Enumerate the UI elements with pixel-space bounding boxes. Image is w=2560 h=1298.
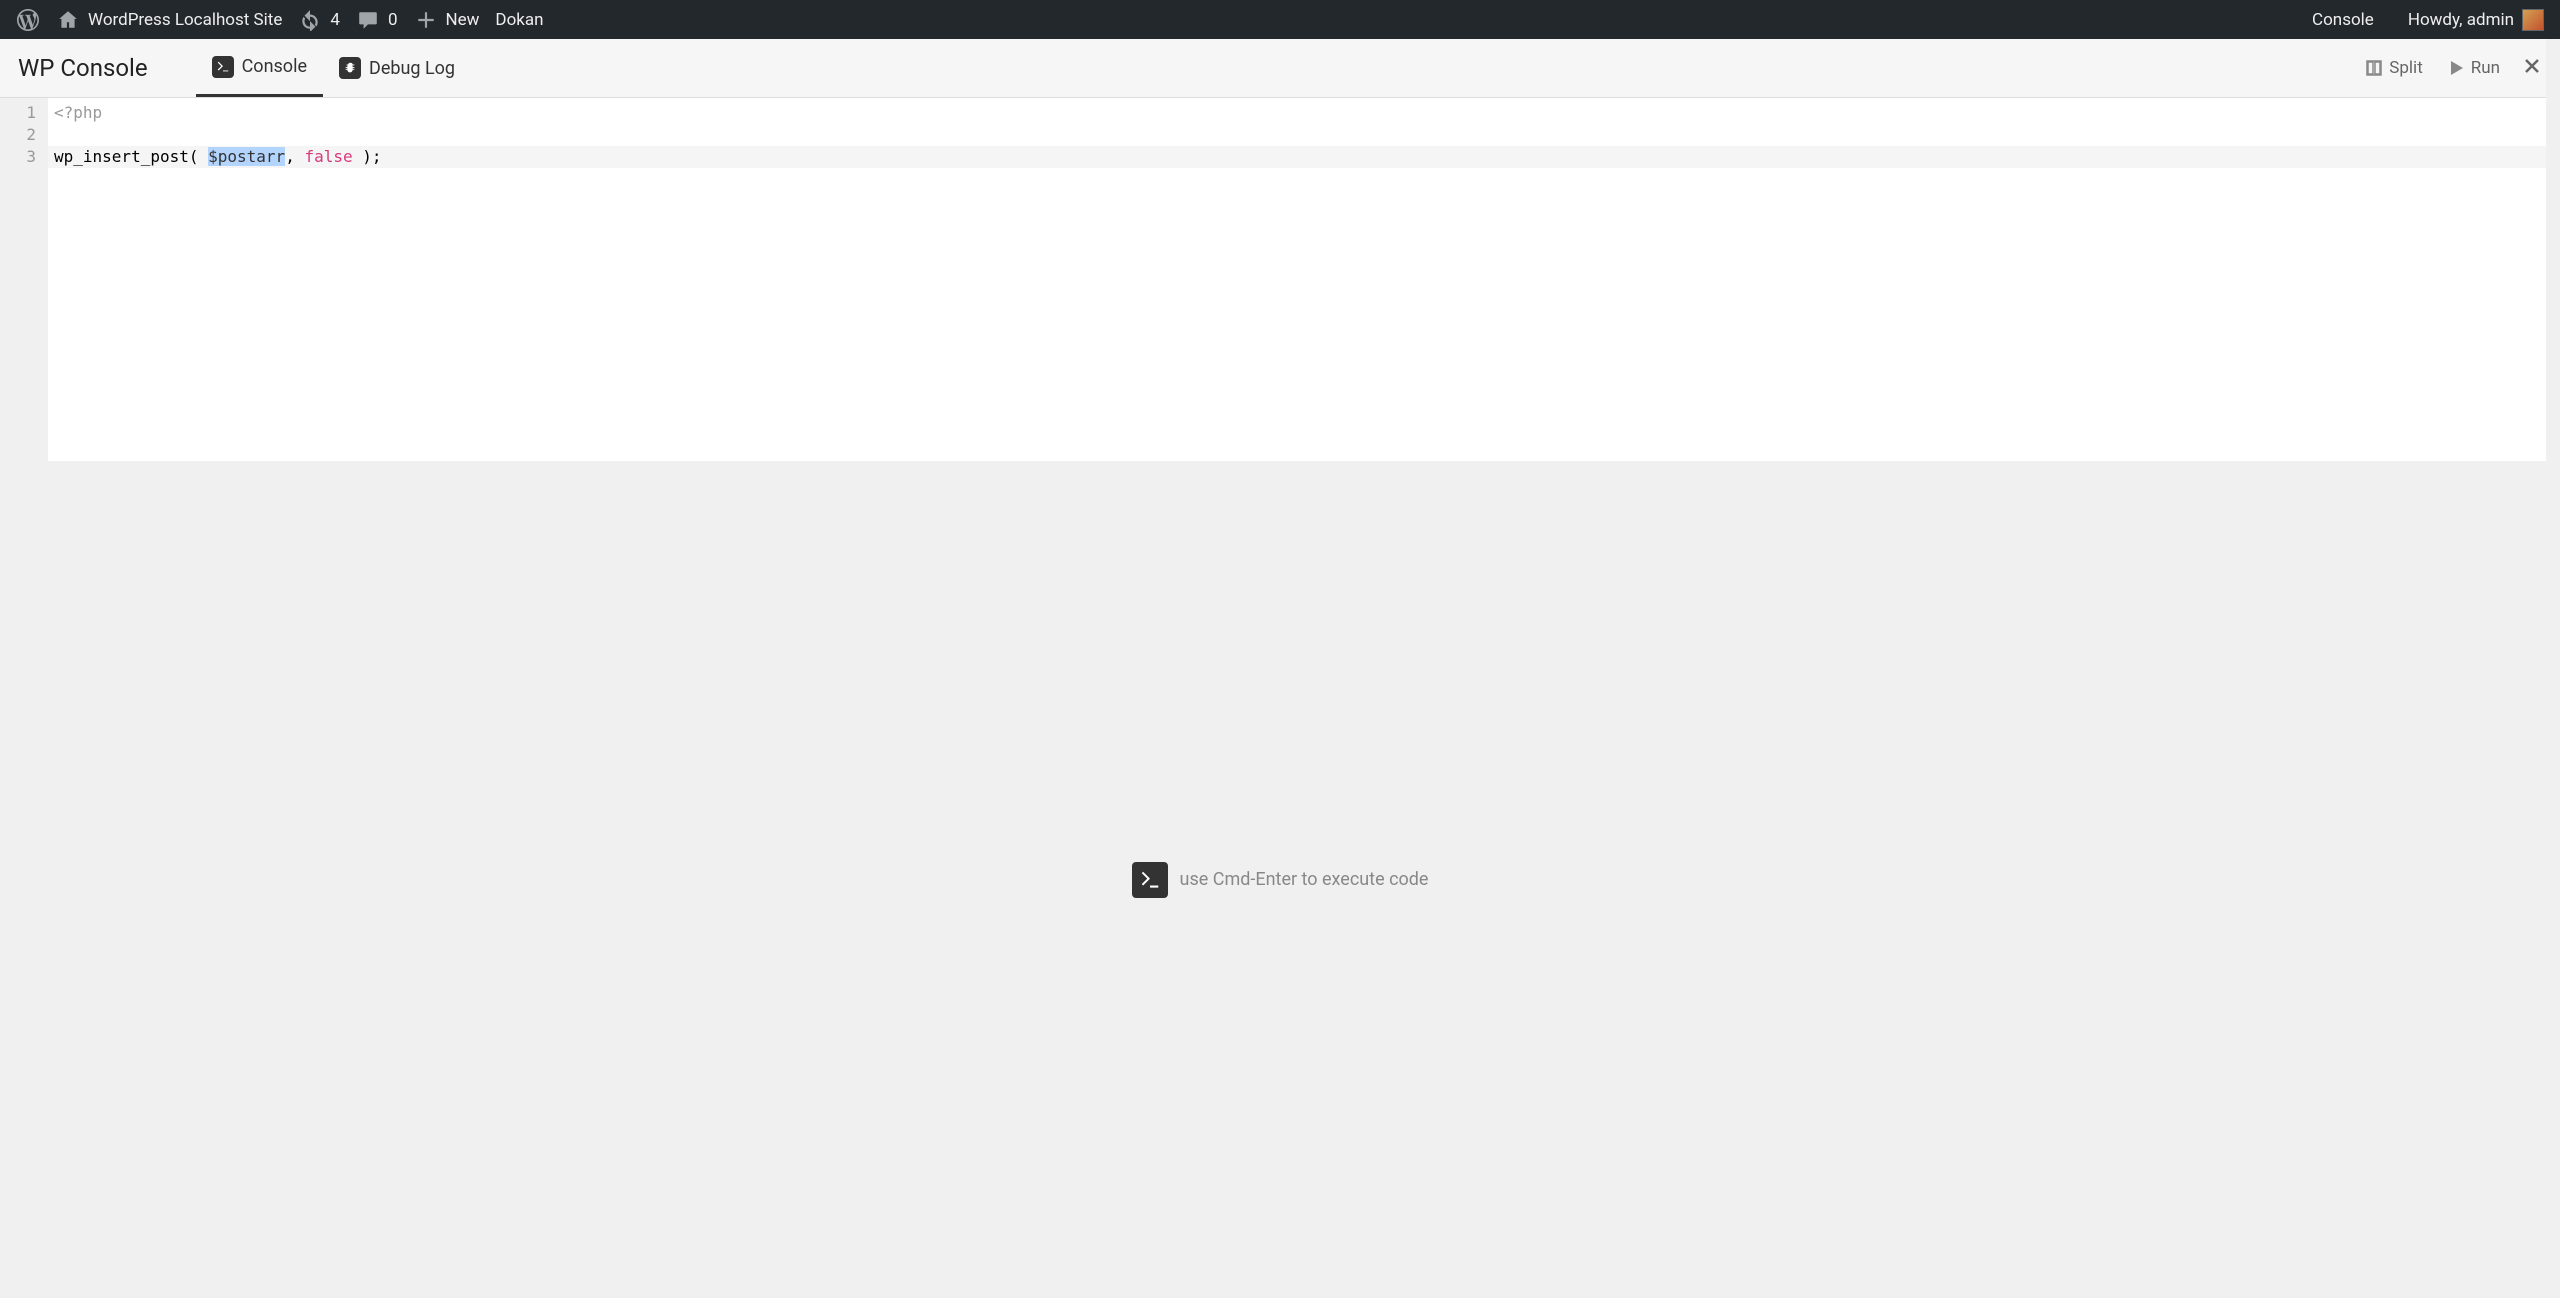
code-line[interactable]: <?php (48, 102, 2560, 124)
line-number: 1 (0, 102, 48, 124)
line-number: 3 (0, 146, 48, 168)
code-editor[interactable]: 123 <?php wp_insert_post( $postarr, false… (0, 98, 2560, 461)
wordpress-logo-icon (16, 8, 40, 32)
output-placeholder: use Cmd-Enter to execute code (0, 461, 2560, 1298)
comment-icon (356, 8, 380, 32)
new-content-link[interactable]: New (406, 0, 488, 39)
panel-title: WP Console (18, 54, 148, 82)
terminal-icon (212, 56, 234, 78)
comments-link[interactable]: 0 (348, 0, 406, 39)
vertical-scrollbar[interactable] (2546, 39, 2560, 1298)
line-gutter: 123 (0, 98, 48, 461)
console-adminbar-link[interactable]: Console (2304, 0, 2382, 39)
comment-count: 0 (388, 10, 398, 30)
code-area[interactable]: <?php wp_insert_post( $postarr, false ); (48, 98, 2560, 461)
run-button[interactable]: Run (2447, 58, 2500, 78)
plus-icon (414, 8, 438, 32)
howdy-text: Howdy, admin (2408, 10, 2514, 30)
new-label: New (446, 10, 480, 30)
tab-console-label: Console (242, 56, 307, 77)
home-icon (56, 8, 80, 32)
split-button[interactable]: Split (2365, 58, 2422, 78)
terminal-icon (1132, 862, 1168, 898)
close-icon (2524, 58, 2540, 74)
tab-debug-log[interactable]: Debug Log (323, 39, 471, 97)
wp-logo-menu[interactable] (8, 0, 48, 39)
panel-tabs: Console Debug Log (196, 39, 471, 97)
updates-link[interactable]: 4 (290, 0, 348, 39)
avatar (2522, 9, 2544, 31)
site-name-text: WordPress Localhost Site (88, 10, 282, 30)
split-icon (2365, 59, 2383, 77)
wp-admin-bar: WordPress Localhost Site 4 0 New Dokan C… (0, 0, 2560, 39)
dokan-label: Dokan (495, 10, 543, 30)
play-icon (2447, 59, 2465, 77)
wp-console-header: WP Console Console Debug Log Split Run (0, 39, 2560, 98)
account-link[interactable]: Howdy, admin (2400, 0, 2552, 39)
close-button[interactable] (2524, 58, 2540, 78)
site-name-link[interactable]: WordPress Localhost Site (48, 0, 290, 39)
code-line[interactable] (48, 124, 2560, 146)
update-icon (298, 8, 322, 32)
hint-text: use Cmd-Enter to execute code (1180, 869, 1429, 890)
code-line[interactable]: wp_insert_post( $postarr, false ); (48, 146, 2560, 168)
bug-icon (339, 57, 361, 79)
tab-debug-log-label: Debug Log (369, 58, 455, 79)
update-count: 4 (330, 10, 340, 30)
dokan-link[interactable]: Dokan (487, 0, 551, 39)
tab-console[interactable]: Console (196, 39, 323, 97)
line-number: 2 (0, 124, 48, 146)
